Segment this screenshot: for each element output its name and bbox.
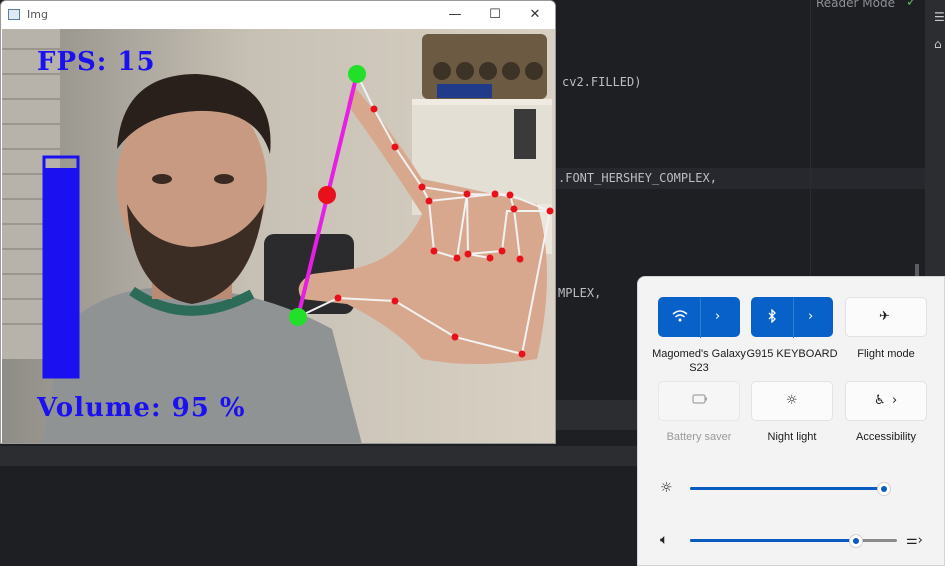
battery-icon: [692, 393, 708, 409]
sound-output-icon[interactable]: ⚌›: [906, 533, 923, 548]
code-line: MPLEX,: [558, 286, 602, 300]
maximize-icon[interactable]: ☐: [477, 5, 513, 25]
window-titlebar[interactable]: Img — ☐ ✕: [1, 1, 555, 29]
brightness-slider-thumb[interactable]: [877, 482, 891, 496]
accessibility-label: Accessibility: [856, 431, 916, 443]
flight-mode-tile[interactable]: ✈: [845, 297, 927, 337]
wifi-tile[interactable]: ›: [658, 297, 740, 338]
chevron-right-icon[interactable]: ›: [715, 309, 720, 325]
ps4-box: [437, 84, 492, 98]
shelf: [412, 99, 552, 105]
close-icon[interactable]: ✕: [517, 5, 553, 25]
brightness-icon: ☼: [660, 480, 673, 496]
chevron-right-icon[interactable]: ›: [808, 309, 813, 325]
volume-bar-fill: [44, 168, 78, 377]
volume-slider-thumb[interactable]: [848, 534, 863, 548]
accessibility-tile[interactable]: ♿ ›: [845, 381, 927, 421]
thumb-tip-marker: [289, 308, 307, 326]
editor-status-area: [0, 446, 640, 466]
airplane-icon: ✈: [879, 309, 890, 324]
volume-readout: Volume: 95 %: [37, 393, 246, 423]
bluetooth-label: G915 KEYBOARD: [746, 348, 838, 360]
brightness-slider[interactable]: [690, 487, 890, 490]
battery-saver-tile[interactable]: [658, 381, 740, 421]
window-title: Img: [27, 8, 48, 21]
camera-feed: FPS: 15 Volume: 95 %: [2, 29, 555, 443]
flight-mode-label: Flight mode: [857, 348, 915, 360]
database-icon[interactable]: ☰: [934, 10, 945, 24]
code-line: cv2.FILLED): [562, 75, 642, 89]
wifi-icon: [672, 309, 688, 328]
night-light-label: Night light: [767, 431, 817, 443]
fps-readout: FPS: 15: [37, 47, 156, 77]
quick-settings-panel: › Magomed's Galaxy S23 › G915 KEYBOARD ✈…: [637, 276, 945, 566]
chevron-right-icon[interactable]: ›: [892, 393, 897, 409]
shelf-item: [514, 109, 536, 159]
app-icon: [8, 9, 20, 20]
reader-mode-toggle[interactable]: Reader Mode: [816, 0, 895, 10]
camera-scene: [2, 29, 555, 443]
bluetooth-icon: [767, 308, 777, 328]
sciview-icon[interactable]: ⌂: [934, 37, 942, 51]
minimize-icon[interactable]: —: [437, 5, 473, 25]
midpoint-marker: [318, 186, 336, 204]
code-line: .FONT_HERSHEY_COMPLEX,: [558, 171, 717, 185]
check-icon: ✓: [906, 0, 917, 10]
img-window: Img — ☐ ✕ FPS: 15 Volume: 95 %: [0, 0, 556, 444]
bluetooth-tile[interactable]: ›: [751, 297, 833, 338]
volume-slider[interactable]: [690, 539, 897, 542]
speaker-icon[interactable]: 🔈︎: [660, 532, 668, 548]
index-tip-marker: [348, 65, 366, 83]
brightness-icon: ☼: [786, 393, 798, 408]
night-light-tile[interactable]: ☼: [751, 381, 833, 421]
accessibility-icon: ♿: [874, 393, 886, 408]
wifi-label: Magomed's Galaxy S23: [652, 348, 746, 374]
battery-saver-label: Battery saver: [666, 431, 732, 443]
